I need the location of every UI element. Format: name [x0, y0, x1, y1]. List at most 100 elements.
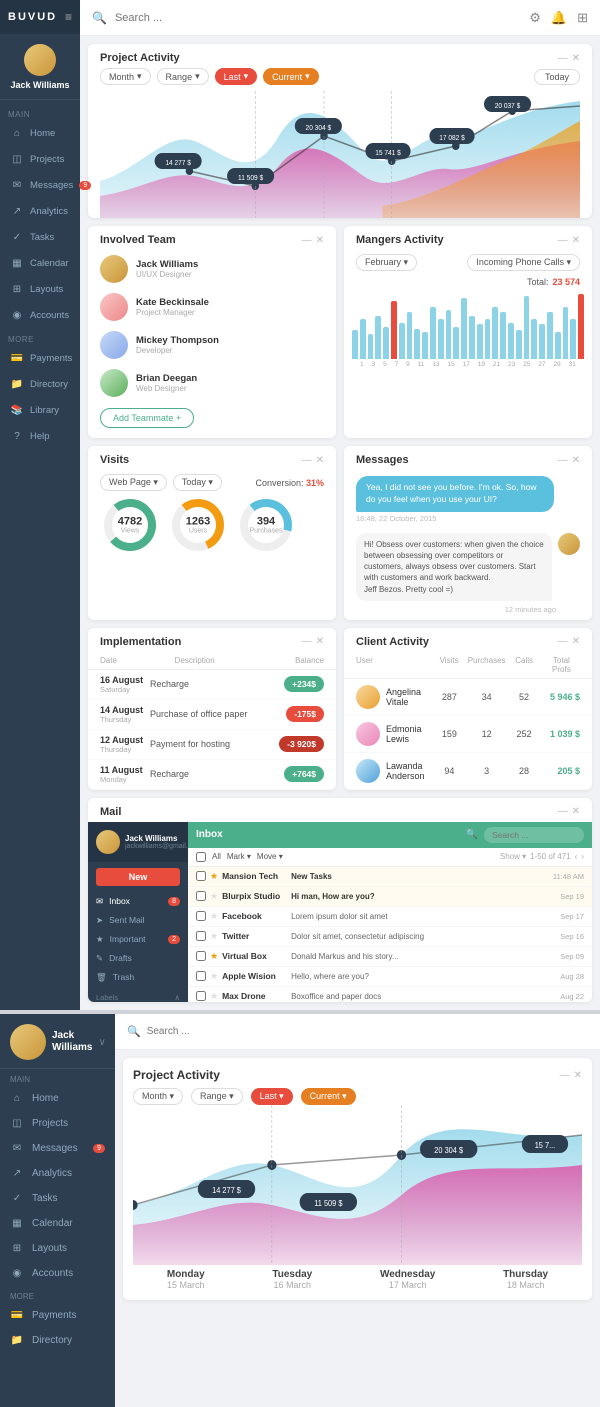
filter-range[interactable]: Range ▾ [157, 68, 209, 85]
minimize-btn[interactable]: — [560, 1070, 570, 1081]
sidebar-item-label: Payments [30, 353, 72, 364]
show-btn[interactable]: Show ▾ [500, 852, 526, 861]
list-item[interactable]: ★ Mansion Tech New Tasks 11:48 AM [188, 867, 592, 887]
mail-nav-drafts[interactable]: ✎ Drafts [88, 949, 188, 968]
close-btn[interactable]: ✕ [572, 806, 580, 817]
second-filter-current[interactable]: Current ▾ [301, 1088, 356, 1105]
filter-month-btn[interactable]: February ▾ [356, 254, 417, 271]
prev-page[interactable]: ‹ [575, 852, 578, 861]
second-sidebar-item-tasks[interactable]: ✓ Tasks [0, 1186, 115, 1211]
filter-calls-btn[interactable]: Incoming Phone Calls ▾ [467, 254, 580, 271]
next-page[interactable]: › [581, 852, 584, 861]
minimize-btn[interactable]: — [558, 235, 568, 246]
bar [453, 327, 459, 359]
sidebar-item-directory[interactable]: 📁 Directory [0, 372, 80, 398]
close-btn[interactable]: ✕ [572, 235, 580, 246]
search-input[interactable] [115, 12, 521, 24]
second-sidebar-item-payments[interactable]: 💳 Payments [0, 1303, 115, 1328]
sidebar-item-analytics[interactable]: ↗ Analytics [0, 199, 80, 225]
menu-icon[interactable]: ≡ [65, 10, 72, 24]
star-icon[interactable]: ★ [210, 871, 218, 882]
second-sidebar-item-calendar[interactable]: ▦ Calendar [0, 1211, 115, 1236]
sidebar-item-calendar[interactable]: ▦ Calendar [0, 251, 80, 277]
chevron-down-icon[interactable]: ∨ [98, 1037, 105, 1048]
star-icon[interactable]: ★ [210, 931, 218, 942]
sidebar-item-tasks[interactable]: ✓ Tasks [0, 225, 80, 251]
close-btn[interactable]: ✕ [572, 636, 580, 647]
sidebar-item-accounts[interactable]: ◉ Accounts [0, 303, 80, 329]
minimize-btn[interactable]: — [302, 455, 312, 466]
filter-last[interactable]: Last ▾ [215, 68, 258, 85]
add-teammate-button[interactable]: Add Teammate + [100, 408, 194, 428]
close-btn[interactable]: ✕ [316, 455, 324, 466]
gear-icon[interactable]: ⚙ [529, 10, 541, 26]
select-all-checkbox[interactable] [196, 852, 206, 862]
mail-item-checkbox[interactable] [196, 931, 206, 941]
list-item[interactable]: ★ Apple Wision Hello, where are you? Aug… [188, 967, 592, 987]
mail-item-checkbox[interactable] [196, 911, 206, 921]
second-sidebar-item-analytics[interactable]: ↗ Analytics [0, 1161, 115, 1186]
mail-item-checkbox[interactable] [196, 971, 206, 981]
filter-month[interactable]: Month ▾ [100, 68, 151, 85]
list-item[interactable]: ★ Blurpix Studio Hi man, How are you? Se… [188, 887, 592, 907]
sidebar-item-library[interactable]: 📚 Library [0, 398, 80, 424]
second-sidebar-item-accounts[interactable]: ◉ Accounts [0, 1261, 115, 1286]
star-icon[interactable]: ★ [210, 991, 218, 1002]
mail-item-checkbox[interactable] [196, 871, 206, 881]
mail-nav-sent[interactable]: ➤ Sent Mail [88, 911, 188, 930]
second-sidebar-item-directory[interactable]: 📁 Directory [0, 1328, 115, 1353]
sidebar-username: Jack Williams [11, 80, 70, 91]
star-icon[interactable]: ★ [210, 911, 218, 922]
sidebar-item-home[interactable]: ⌂ Home [0, 121, 80, 147]
list-item[interactable]: ★ Virtual Box Donald Markus and his stor… [188, 947, 592, 967]
mail-search-input[interactable] [484, 827, 584, 843]
list-item[interactable]: ★ Twitter Dolor sit amet, consectetur ad… [188, 927, 592, 947]
mail-nav-inbox[interactable]: ✉ Inbox 8 [88, 892, 188, 911]
minimize-btn[interactable]: — [558, 636, 568, 647]
sidebar-item-messages[interactable]: ✉ Messages 9 [0, 173, 80, 199]
minimize-btn[interactable]: — [558, 806, 568, 817]
close-btn[interactable]: ✕ [574, 1070, 582, 1081]
mail-nav-trash[interactable]: 🗑 Trash [88, 968, 188, 987]
minimize-btn[interactable]: — [302, 636, 312, 647]
close-btn[interactable]: ✕ [572, 53, 580, 64]
sidebar-item-projects[interactable]: ◫ Projects [0, 147, 80, 173]
grid-icon[interactable]: ⊞ [577, 10, 588, 26]
star-icon[interactable]: ★ [210, 891, 218, 902]
second-filter-range[interactable]: Range ▾ [191, 1088, 243, 1105]
second-sidebar-item-layouts[interactable]: ⊞ Layouts [0, 1236, 115, 1261]
star-icon[interactable]: ★ [210, 971, 218, 982]
filter-current[interactable]: Current ▾ [263, 68, 319, 85]
mail-nav-important[interactable]: ★ Important 2 [88, 930, 188, 949]
filter-today-btn[interactable]: Today ▾ [173, 474, 222, 491]
second-sidebar-item-projects[interactable]: ◫ Projects [0, 1111, 115, 1136]
minimize-btn[interactable]: — [558, 455, 568, 466]
list-item[interactable]: ★ Facebook Lorem ipsum dolor sit amet Se… [188, 907, 592, 927]
inbox-label: Inbox [196, 829, 460, 840]
minimize-btn[interactable]: — [558, 53, 568, 64]
mail-item-checkbox[interactable] [196, 891, 206, 901]
all-btn[interactable]: All [212, 852, 221, 861]
second-sidebar-item-messages[interactable]: ✉ Messages 9 [0, 1136, 115, 1161]
close-btn[interactable]: ✕ [316, 235, 324, 246]
sidebar-item-help[interactable]: ? Help [0, 424, 80, 450]
filter-webpage-btn[interactable]: Web Page ▾ [100, 474, 167, 491]
mail-item-checkbox[interactable] [196, 991, 206, 1001]
filter-today[interactable]: Today [534, 69, 580, 85]
second-sidebar-item-home[interactable]: ⌂ Home [0, 1086, 115, 1111]
star-icon[interactable]: ★ [210, 951, 218, 962]
mail-item-checkbox[interactable] [196, 951, 206, 961]
close-btn[interactable]: ✕ [316, 636, 324, 647]
move-btn[interactable]: Move ▾ [257, 852, 283, 861]
mail-new-button[interactable]: New [96, 868, 180, 886]
mark-btn[interactable]: Mark ▾ [227, 852, 251, 861]
close-btn[interactable]: ✕ [572, 455, 580, 466]
second-filter-last[interactable]: Last ▾ [251, 1088, 293, 1105]
second-filter-month[interactable]: Month ▾ [133, 1088, 183, 1105]
search-input[interactable] [147, 1026, 588, 1037]
bell-icon[interactable]: 🔔 [551, 10, 567, 26]
sidebar-item-layouts[interactable]: ⊞ Layouts [0, 277, 80, 303]
sidebar-item-payments[interactable]: 💳 Payments [0, 346, 80, 372]
list-item[interactable]: ★ Max Drone Boxoffice and paper docs Aug… [188, 987, 592, 1002]
minimize-btn[interactable]: — [302, 235, 312, 246]
